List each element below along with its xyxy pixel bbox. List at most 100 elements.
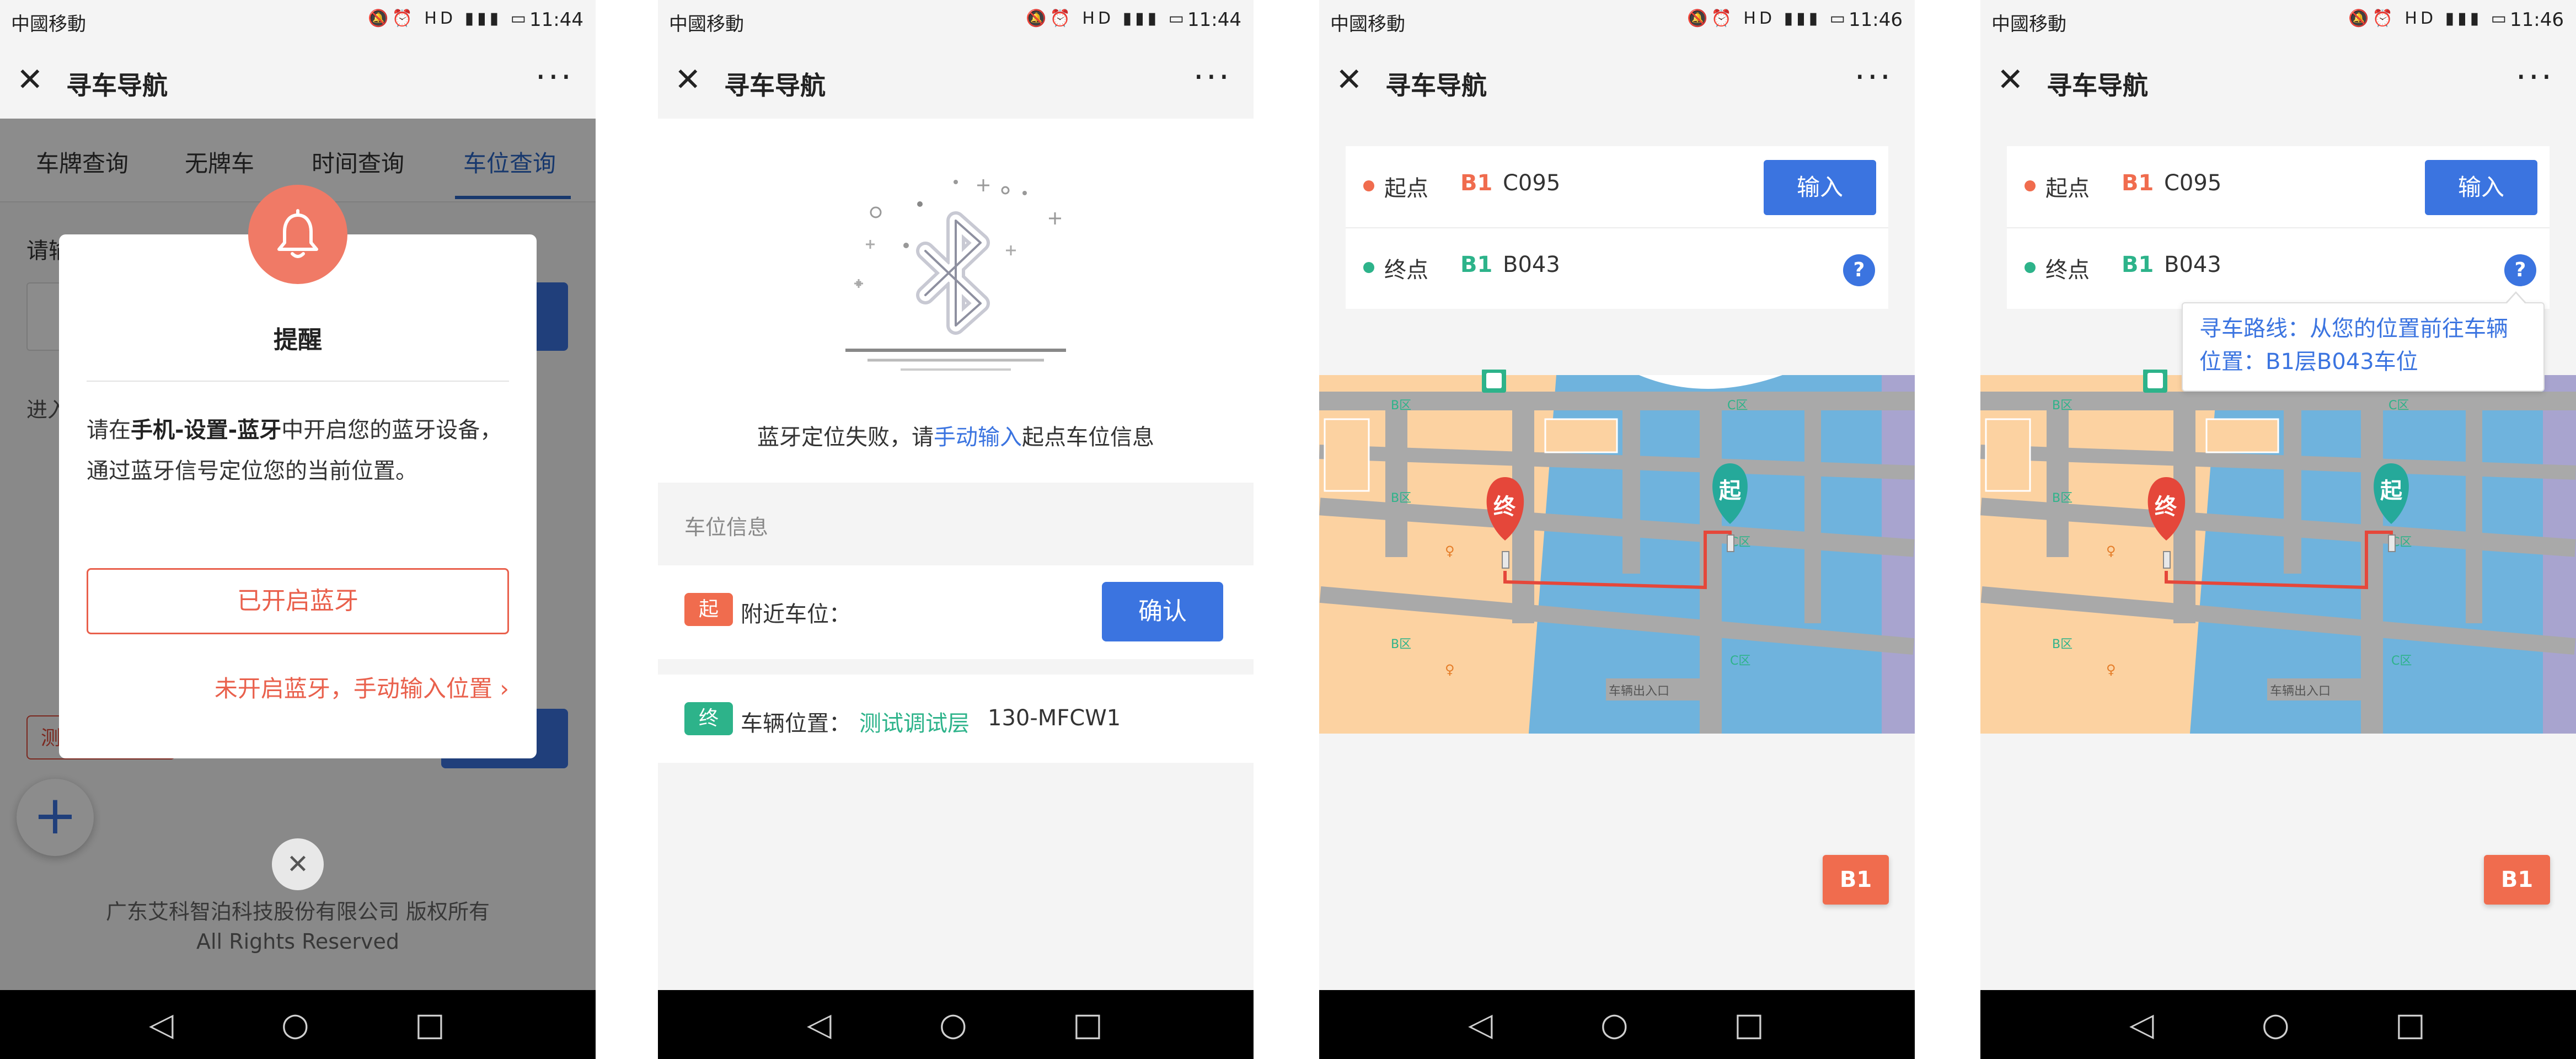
- system-nav-bar: ◁ ○ □: [1980, 990, 2576, 1059]
- home-icon[interactable]: ○: [939, 1005, 967, 1043]
- recent-apps-icon[interactable]: □: [2395, 1005, 2425, 1043]
- svg-text:♀: ♀: [1445, 662, 1455, 677]
- input-button[interactable]: 输入: [1764, 160, 1876, 215]
- end-slot: B043: [2164, 252, 2221, 277]
- carrier-label: 中國移動: [1330, 13, 1405, 35]
- start-badge: 起: [684, 593, 733, 626]
- confirm-button[interactable]: 确认: [1102, 582, 1223, 641]
- dialog-text-pre: 请在: [87, 418, 131, 443]
- svg-text:♀: ♀: [2106, 662, 2116, 677]
- back-icon[interactable]: ◁: [807, 1005, 832, 1043]
- page-title: 寻车导航: [1385, 71, 1487, 100]
- svg-text:车辆出入口: 车辆出入口: [2270, 684, 2331, 698]
- nearby-slot-label: 附近车位：: [741, 602, 851, 627]
- close-icon[interactable]: ✕: [1336, 63, 1363, 95]
- end-slot: B043: [1503, 252, 1560, 277]
- dialog-close-icon[interactable]: ✕: [272, 838, 324, 890]
- home-icon[interactable]: ○: [2262, 1005, 2290, 1043]
- start-slot: C095: [2164, 170, 2222, 196]
- home-icon[interactable]: ○: [281, 1005, 309, 1043]
- start-point-row: 起点 B1 C095 输入: [1346, 146, 1888, 228]
- status-icons: 🔕⏰ HD ▮▮▮ ▭: [1026, 9, 1187, 28]
- page-title: 寻车导航: [724, 71, 826, 100]
- status-icons: 🔕⏰ HD ▮▮▮ ▭: [368, 9, 529, 28]
- start-floor: B1: [2122, 170, 2154, 196]
- message-post: 起点车位信息: [1022, 425, 1154, 450]
- bluetooth-dialog: 提醒 请在手机-设置-蓝牙中开启您的蓝牙设备，通过蓝牙信号定位您的当前位置。 已…: [59, 234, 537, 758]
- floor-selector-button[interactable]: B1: [2484, 855, 2550, 905]
- clock: 11:46: [2510, 9, 2564, 31]
- end-floor: B1: [2122, 252, 2154, 277]
- vehicle-location-label: 车辆位置：: [741, 711, 851, 736]
- more-icon[interactable]: ···: [1193, 58, 1231, 97]
- svg-text:B区: B区: [1391, 638, 1411, 651]
- vehicle-plate: 130-MFCW1: [988, 705, 1121, 731]
- status-bar: 中國移動 🔕⏰ HD ▮▮▮ ▭ 11:44: [658, 0, 1254, 41]
- app-bar: ✕ 寻车导航 ···: [1980, 41, 2576, 119]
- svg-text:C区: C区: [2388, 399, 2409, 413]
- svg-text:♀: ♀: [1445, 543, 1455, 559]
- parking-map[interactable]: B区 B区 B区 C区 C区 C区 车辆出入口 ♀ ♀ 终 起: [1319, 368, 1915, 734]
- close-icon[interactable]: ✕: [17, 63, 44, 95]
- end-dot: [1363, 262, 1374, 273]
- bluetooth-enabled-button[interactable]: 已开启蓝牙: [87, 568, 509, 634]
- dialog-title: 提醒: [274, 326, 322, 354]
- clock: 11:44: [1187, 9, 1241, 31]
- end-badge: 终: [684, 702, 733, 735]
- status-bar: 中國移動 🔕⏰ HD ▮▮▮ ▭ 11:46: [1319, 0, 1915, 41]
- carrier-label: 中國移動: [11, 13, 86, 35]
- screen-2: 中國移動 🔕⏰ HD ▮▮▮ ▭ 11:44 ✕ 寻车导航 ··· 蓝牙定位失败…: [658, 0, 1254, 1059]
- divider: [658, 659, 1254, 675]
- back-icon[interactable]: ◁: [1468, 1005, 1493, 1043]
- end-point-row: 终点 B1 B043 ?: [1346, 228, 1888, 309]
- back-icon[interactable]: ◁: [149, 1005, 174, 1043]
- floor-selector-button[interactable]: B1: [1823, 855, 1889, 905]
- more-icon[interactable]: ···: [535, 58, 574, 97]
- status-icons: 🔕⏰ HD ▮▮▮ ▭: [2348, 9, 2510, 28]
- screen-3: 中國移動 🔕⏰ HD ▮▮▮ ▭ 11:46 ✕ 寻车导航 ··· 起点 B1 …: [1319, 0, 1915, 1059]
- system-nav-bar: ◁ ○ □: [1319, 990, 1915, 1059]
- app-bar: ✕ 寻车导航 ···: [1319, 41, 1915, 119]
- more-icon[interactable]: ···: [2516, 58, 2554, 97]
- svg-text:B区: B区: [1391, 399, 1411, 413]
- start-label: 起点: [2045, 176, 2090, 201]
- svg-text:C区: C区: [2391, 654, 2412, 668]
- more-icon[interactable]: ···: [1855, 58, 1893, 97]
- page-title: 寻车导航: [2047, 71, 2148, 100]
- status-bar: 中國移動 🔕⏰ HD ▮▮▮ ▭ 11:46: [1980, 0, 2576, 41]
- close-icon[interactable]: ✕: [674, 63, 701, 95]
- recent-apps-icon[interactable]: □: [415, 1005, 445, 1043]
- svg-text:起: 起: [1719, 478, 1742, 504]
- help-icon[interactable]: ?: [2504, 254, 2536, 286]
- route-tooltip: 寻车路线：从您的位置前往车辆位置：B1层B043车位: [2182, 291, 2545, 392]
- vehicle-floor: 测试调试层: [859, 711, 970, 736]
- svg-text:车辆出入口: 车辆出入口: [1609, 684, 1669, 698]
- help-icon[interactable]: ?: [1843, 254, 1875, 286]
- home-icon[interactable]: ○: [1600, 1005, 1629, 1043]
- bluetooth-failed-message: 蓝牙定位失败，请手动输入起点车位信息: [658, 419, 1254, 451]
- back-icon[interactable]: ◁: [2129, 1005, 2154, 1043]
- route-card: 起点 B1 C095 输入 终点 B1 B043 ?: [2007, 146, 2550, 309]
- recent-apps-icon[interactable]: □: [1734, 1005, 1764, 1043]
- screen-4: 中國移動 🔕⏰ HD ▮▮▮ ▭ 11:46 ✕ 寻车导航 ··· 起点 B1 …: [1980, 0, 2576, 1059]
- recent-apps-icon[interactable]: □: [1073, 1005, 1103, 1043]
- start-dot: [1363, 180, 1374, 191]
- manual-input-link[interactable]: 未开启蓝牙，手动输入位置 ›: [215, 670, 509, 704]
- manual-input-link-text: 未开启蓝牙，手动输入位置: [214, 675, 492, 702]
- svg-text:C区: C区: [1730, 654, 1750, 668]
- svg-text:起: 起: [2380, 478, 2403, 504]
- screen-1: 中國移動 🔕⏰ HD ▮▮▮ ▭ 11:44 ✕ 寻车导航 ··· 车牌查询 无…: [0, 0, 596, 1059]
- system-nav-bar: ◁ ○ □: [0, 990, 596, 1059]
- dialog-divider: [87, 381, 509, 382]
- system-nav-bar: ◁ ○ □: [658, 990, 1254, 1059]
- svg-text:B区: B区: [2052, 638, 2072, 651]
- start-row: 起 附近车位： 确认: [658, 565, 1254, 659]
- end-floor: B1: [1460, 252, 1493, 277]
- app-bar: ✕ 寻车导航 ···: [658, 41, 1254, 119]
- parking-map[interactable]: B区 B区 B区 C区 C区 C区 车辆出入口 ♀ ♀ 终 起: [1980, 368, 2576, 734]
- start-dot: [2025, 180, 2036, 191]
- input-button[interactable]: 输入: [2425, 160, 2537, 215]
- close-icon[interactable]: ✕: [1997, 63, 2024, 95]
- manual-input-link[interactable]: 手动输入: [934, 425, 1022, 450]
- clock: 11:44: [529, 9, 583, 31]
